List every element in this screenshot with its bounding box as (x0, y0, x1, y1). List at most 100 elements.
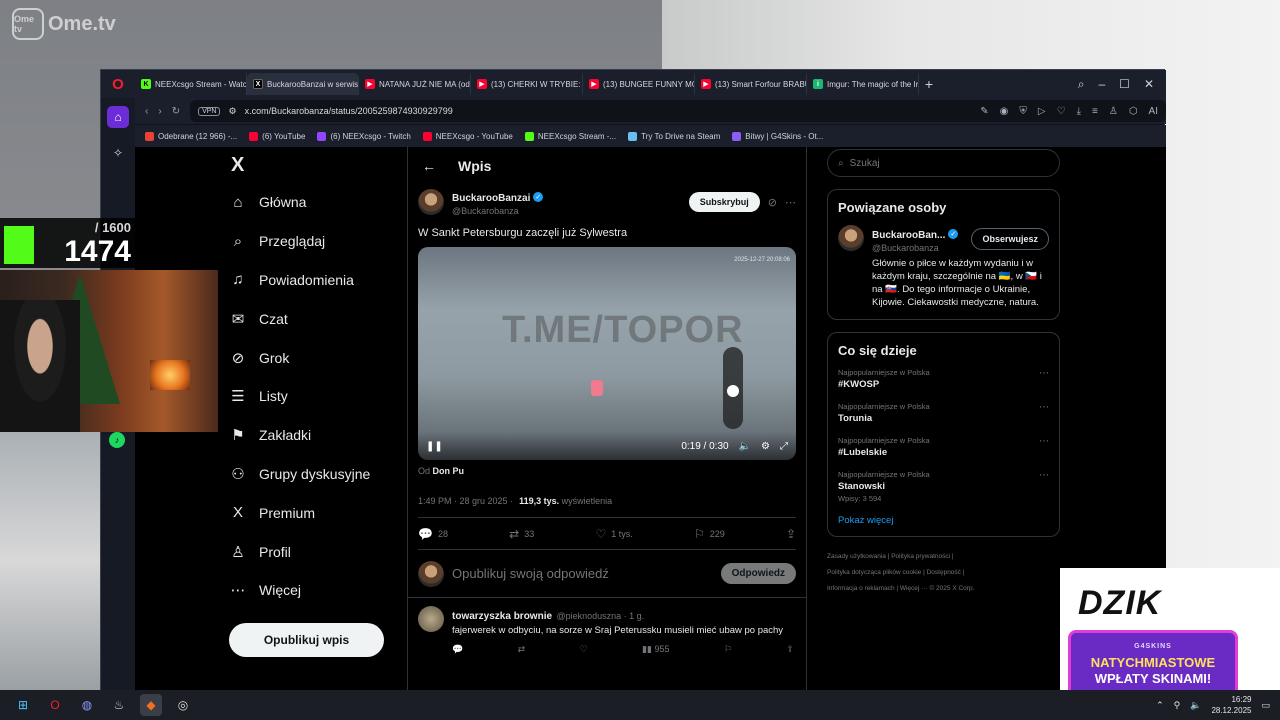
bookmark[interactable]: (6) YouTube (249, 131, 305, 141)
windows-start-icon[interactable]: ⊞ (12, 694, 34, 716)
camera-icon[interactable]: ◉ (1000, 106, 1009, 117)
trend-more-icon[interactable]: ⋯ (1039, 470, 1049, 481)
comment-author[interactable]: towarzyszka brownie (452, 611, 552, 622)
tab[interactable]: X BuckarooBanzai w serwisie X (247, 73, 359, 95)
author-name[interactable]: BuckarooBanzai (452, 193, 530, 204)
tab[interactable]: i Imgur: The magic of the Ir (807, 73, 919, 95)
download-icon[interactable]: ⤓ (1077, 106, 1081, 117)
tab-search-icon[interactable]: ⌕ (1078, 77, 1085, 92)
tab[interactable]: ▶ (13) Smart Forfour BRABU (695, 73, 807, 95)
comment-bookmark-icon[interactable]: ⚐ (724, 644, 732, 655)
source-name[interactable]: Don Pu (433, 466, 465, 476)
reload-icon[interactable]: ↻ (172, 106, 180, 117)
back-arrow-icon[interactable]: ← (422, 158, 436, 174)
volume-icon[interactable]: 🔈 (739, 441, 751, 452)
nav-item-czat[interactable]: ✉ Czat (227, 299, 407, 338)
tab[interactable]: K NEEXcsgo Stream - Watch (135, 73, 247, 95)
trend-item[interactable]: Najpopularniejsze w Polska Stanowski Wpisy… (838, 470, 1049, 503)
search-placeholder[interactable]: Szukaj (850, 158, 880, 169)
like-action[interactable]: ♡ 1 tys. (595, 527, 632, 541)
nav-item-grupy-dyskusyjne[interactable]: ⚇ Grupy dyskusyjne (227, 455, 407, 494)
reply-action[interactable]: 💬 28 (418, 527, 448, 541)
my-avatar[interactable] (418, 560, 444, 587)
settings-icon[interactable]: ⚙ (761, 441, 770, 452)
bookmark[interactable]: NEEXcsgo Stream -... (524, 131, 616, 141)
comment-avatar[interactable] (418, 606, 444, 632)
comment-handle[interactable]: @pieknoduszna · 1 g. (556, 611, 644, 621)
nav-item-profil[interactable]: ♙ Profil (227, 532, 407, 571)
account-icon[interactable]: ♙ (1109, 106, 1118, 117)
bookmark[interactable]: (6) NEEXcsgo - Twitch (317, 131, 411, 141)
nav-item-grok[interactable]: ⊘ Grok (227, 338, 407, 377)
related-name[interactable]: BuckarooBan... (872, 230, 945, 241)
related-handle[interactable]: @Buckarobanza (872, 243, 958, 253)
nav-item-główna[interactable]: ⌂ Główna (227, 183, 407, 222)
reply-input[interactable] (452, 566, 713, 581)
fullscreen-icon[interactable]: ⤢ (780, 441, 788, 452)
bookmark[interactable]: NEEXcsgo - YouTube (422, 131, 513, 141)
tab[interactable]: ▶ (13) BUNGEE FUNNY MOM (583, 73, 695, 95)
comment-reply-icon[interactable]: 💬 (452, 644, 463, 655)
tweet-time[interactable]: 1:49 PM · 28 gru 2025 · (418, 496, 513, 506)
url-box[interactable]: VPN ⚙ x.com/Buckarobanza/status/20052598… (190, 100, 1166, 122)
obs-icon[interactable]: ◎ (172, 694, 194, 716)
trend-item[interactable]: Najpopularniejsze w Polska #KWOSP ⋯ (838, 368, 1049, 390)
search-box[interactable]: ⌕ Szukaj (827, 149, 1060, 177)
subscribe-button[interactable]: Subskrybuj (688, 192, 760, 212)
video-player[interactable]: 2025-12-27 20:08:06 T.ME/TOPOR ❚❚ 0:19 /… (418, 247, 796, 460)
minimize-button[interactable]: – (1098, 77, 1105, 92)
bookmark[interactable]: Odebrane (12 966) -... (145, 131, 237, 141)
bookmark[interactable]: Bitwy | G4Skins - Ot... (732, 131, 823, 141)
footer-line-3[interactable]: Informacja o reklamach | Więcej ··· © 20… (827, 581, 1060, 597)
home-icon[interactable]: ⌂ (107, 106, 129, 128)
comment-views[interactable]: ▮▮ 955 (642, 644, 669, 655)
trend-more-icon[interactable]: ⋯ (1039, 402, 1049, 413)
trend-item[interactable]: Najpopularniejsze w Polska #Lubelskie ⋯ (838, 436, 1049, 458)
related-avatar[interactable] (838, 225, 864, 251)
ai-button[interactable]: AI (1149, 106, 1158, 117)
volume-knob[interactable] (727, 385, 739, 397)
nav-item-zakładki[interactable]: ⚑ Zakładki (227, 416, 407, 455)
grok-icon[interactable]: ⊘ (768, 196, 777, 209)
speaker-icon[interactable]: 🔈 (1190, 700, 1201, 711)
pinboard-icon[interactable]: ✧ (107, 142, 129, 164)
steam-icon[interactable]: ♨ (108, 694, 130, 716)
comment-like-icon[interactable]: ♡ (580, 644, 588, 655)
network-icon[interactable]: ⚲ (1174, 700, 1181, 711)
volume-slider[interactable] (723, 347, 743, 429)
forward-icon[interactable]: › (158, 106, 161, 117)
follow-button[interactable]: Obserwujesz (971, 228, 1049, 250)
clock[interactable]: 16:29 28.12.2025 (1211, 694, 1251, 716)
vpn-badge[interactable]: VPN (198, 106, 221, 116)
bookmark[interactable]: Try To Drive na Steam (628, 131, 720, 141)
nav-item-więcej[interactable]: ⋯ Więcej (227, 571, 407, 610)
tab[interactable]: ▶ (13) CHERKI W TRYBIE: BA (471, 73, 583, 95)
close-window-button[interactable]: ✕ (1144, 77, 1154, 92)
discord-icon[interactable]: ◍ (76, 694, 98, 716)
nav-item-powiadomienia[interactable]: ♫ Powiadomienia (227, 261, 407, 300)
new-tab-button[interactable]: + (919, 74, 939, 94)
trend-item[interactable]: Najpopularniejsze w Polska Torunia ⋯ (838, 402, 1049, 424)
nav-item-przeglądaj[interactable]: ⌕ Przeglądaj (227, 222, 407, 261)
nav-item-premium[interactable]: X Premium (227, 493, 407, 532)
show-more-link[interactable]: Pokaż więcej (838, 515, 1049, 526)
edit-icon[interactable]: ✎ (980, 106, 988, 117)
comment-share-icon[interactable]: ⇪ (786, 644, 794, 655)
comment-repost-icon[interactable]: ⇄ (518, 644, 526, 655)
url-text[interactable]: x.com/Buckarobanza/status/20052598749309… (245, 106, 453, 116)
menu-icon[interactable]: ≡ (1092, 106, 1098, 117)
app-icon[interactable]: ◆ (140, 694, 162, 716)
post-button[interactable]: Opublikuj wpis (229, 623, 384, 657)
shield-icon[interactable]: ⛨ (1019, 106, 1027, 117)
tray-expand-icon[interactable]: ⌃ (1156, 700, 1164, 711)
nav-item-listy[interactable]: ☰ Listy (227, 377, 407, 416)
site-info-icon[interactable]: ⚙ (228, 106, 236, 117)
back-icon[interactable]: ‹ (145, 106, 148, 117)
heart-icon[interactable]: ♡ (1057, 106, 1066, 117)
footer-line-1[interactable]: Zasady użytkowania | Polityka prywatnośc… (827, 549, 1060, 565)
play-icon[interactable]: ▷ (1038, 106, 1046, 117)
notification-icon[interactable]: ▭ (1261, 700, 1270, 711)
share-action[interactable]: ⇪ (786, 527, 796, 541)
trend-more-icon[interactable]: ⋯ (1039, 368, 1049, 379)
footer-line-2[interactable]: Polityka dotycząca plików cookie | Dostę… (827, 565, 1060, 581)
